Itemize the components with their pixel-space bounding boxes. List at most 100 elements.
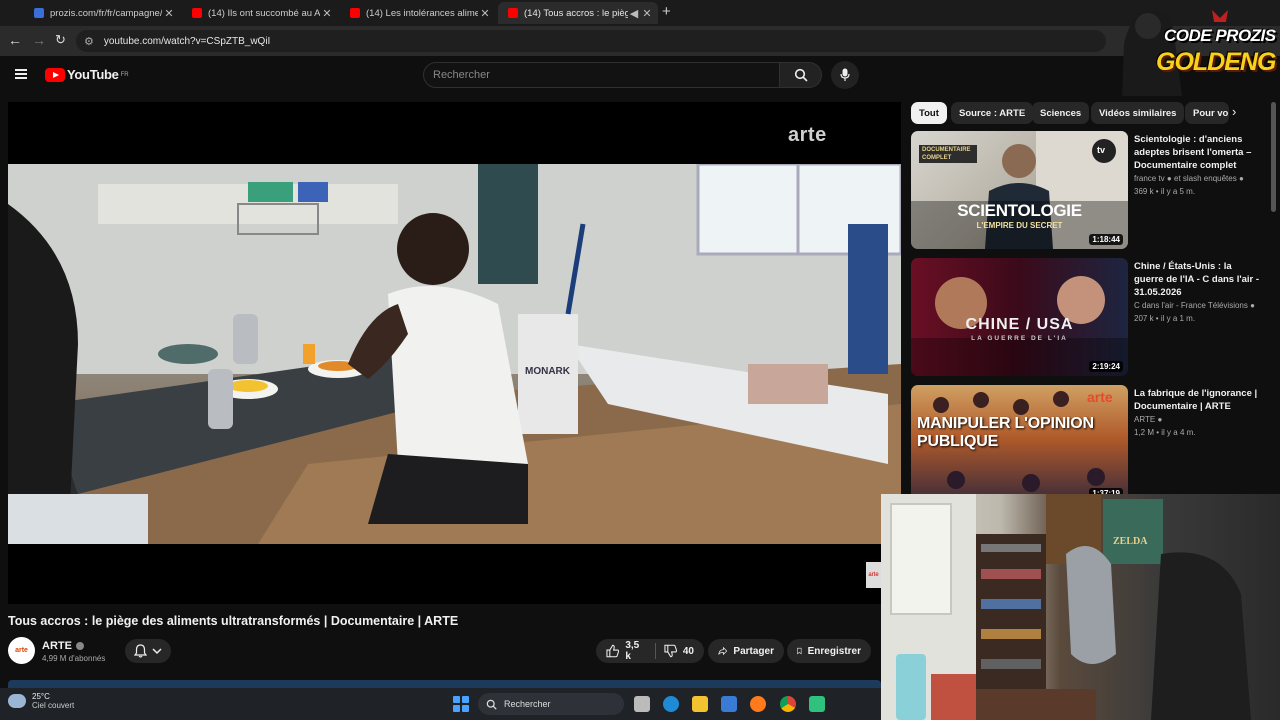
webcam-room-scene: ZELDA (881, 494, 1251, 720)
close-tab-icon[interactable]: ✕ (320, 7, 334, 20)
menu-icon[interactable] (15, 69, 27, 79)
channel-name-link[interactable]: ARTE (42, 640, 84, 652)
sidebar-scrollbar[interactable] (1271, 102, 1276, 212)
file-explorer-icon[interactable] (692, 696, 708, 712)
chip-for-you[interactable]: Pour vo (1185, 102, 1229, 124)
video-meta: 1,2 M • il y a 4 m. (1134, 428, 1196, 437)
recommendation-item[interactable]: DOCUMENTAIRE COMPLET tv SCIENTOLOGIE L'E… (911, 131, 1271, 253)
close-tab-icon[interactable]: ✕ (478, 7, 492, 20)
forward-icon[interactable]: → (32, 32, 46, 48)
firefox-icon[interactable] (750, 696, 766, 712)
video-meta: 369 k • il y a 5 m. (1134, 187, 1196, 196)
taskbar-search-label: Rechercher (504, 699, 551, 709)
address-bar-row: ← → ↻ ⚙ youtube.com/watch?v=CSpZTB_wQiI (0, 26, 1280, 56)
app-icon[interactable] (809, 696, 825, 712)
chip-similar-videos[interactable]: Vidéos similaires (1091, 102, 1185, 124)
url-text: youtube.com/watch?v=CSpZTB_wQiI (103, 35, 271, 47)
chrome-icon[interactable] (780, 696, 796, 712)
close-tab-icon[interactable]: ✕ (162, 7, 176, 20)
bell-icon (133, 644, 147, 658)
youtube-favicon-icon (192, 8, 202, 18)
upload-age: il y a 5 m. (1160, 187, 1196, 196)
chip-source-arte[interactable]: Source : ARTE (951, 102, 1034, 124)
save-label: Enregistrer (807, 645, 861, 657)
back-icon[interactable]: ← (8, 32, 22, 48)
taskbar-search[interactable]: Rechercher (478, 693, 624, 715)
view-count: 207 k (1134, 314, 1154, 323)
video-title[interactable]: Scientologie : d'anciens adeptes brisent… (1134, 133, 1262, 172)
youtube-header: YouTube FR Rechercher (0, 56, 1280, 100)
upload-age: il y a 4 m. (1161, 428, 1196, 437)
chip-sciences[interactable]: Sciences (1032, 102, 1090, 124)
tab-title: (14) Tous accros : le piège d (524, 7, 628, 19)
voice-search-button[interactable] (831, 61, 859, 89)
view-count: 369 k (1134, 187, 1154, 196)
browser-tab-strip: prozis.com/fr/fr/campagne/74( ✕ (14) Ils… (0, 0, 1280, 26)
youtube-logo[interactable]: YouTube FR (45, 67, 129, 82)
video-frame[interactable]: MONARK (8, 164, 901, 544)
thumbnail-subtitle: LA GUERRE DE L'IA (971, 335, 1068, 342)
description-panel-edge (8, 680, 881, 688)
channel-name-part: et slash enquêtes (1174, 174, 1237, 183)
url-field[interactable]: ⚙ youtube.com/watch?v=CSpZTB_wQiI (76, 30, 1106, 52)
browser-tab[interactable]: prozis.com/fr/fr/campagne/74( ✕ (24, 2, 180, 24)
chevron-right-icon[interactable]: › (1232, 104, 1236, 119)
verified-icon: ● (1238, 174, 1244, 183)
video-title[interactable]: Chine / États-Unis : la guerre de l'IA -… (1134, 260, 1262, 299)
video-thumbnail[interactable]: DOCUMENTAIRE COMPLET tv SCIENTOLOGIE L'E… (911, 131, 1128, 249)
thumbnail-title: SCIENTOLOGIE (957, 201, 1082, 220)
subscription-bell-button[interactable] (125, 639, 171, 663)
channel-name[interactable]: ARTE ● (1134, 415, 1262, 424)
video-meta: 207 k • il y a 1 m. (1134, 314, 1196, 323)
edge-icon[interactable] (663, 696, 679, 712)
chip-all[interactable]: Tout (911, 102, 947, 124)
like-count[interactable]: 3,5 k (625, 640, 646, 662)
browser-tab-active[interactable]: (14) Tous accros : le piège d ◀ ✕ (498, 2, 658, 24)
arte-watermark: arte (788, 124, 827, 146)
weather-widget[interactable]: 25°C Ciel couvert (8, 692, 74, 710)
channel-name[interactable]: C dans l'air - France Télévisions ● (1134, 301, 1262, 310)
search-input[interactable]: Rechercher (423, 62, 780, 88)
recommendation-item[interactable]: arte MANIPULER L'OPINION PUBLIQUE 1:37:1… (911, 385, 1271, 507)
channel-name-part: france tv (1134, 174, 1165, 183)
browser-tab[interactable]: (14) Les intolérances alimenta ✕ (340, 2, 496, 24)
channel-name-part: C dans l'air - France Télévisions (1134, 301, 1248, 310)
promo-code-line2: GOLDENG (1156, 48, 1276, 76)
documentary-badge: DOCUMENTAIRE COMPLET (919, 145, 977, 163)
region-code: FR (120, 71, 129, 78)
reload-icon[interactable]: ↻ (55, 32, 66, 48)
video-title: Tous accros : le piège des aliments ultr… (8, 614, 459, 628)
channel-name[interactable]: france tv ● et slash enquêtes ● (1134, 174, 1262, 183)
thumbs-down-icon[interactable] (663, 644, 677, 658)
share-icon (718, 646, 728, 656)
video-thumbnail[interactable]: arte MANIPULER L'OPINION PUBLIQUE 1:37:1… (911, 385, 1128, 503)
dislike-count[interactable]: 40 (683, 646, 694, 657)
share-label: Partager (733, 645, 774, 657)
speaker-icon[interactable]: ◀ (628, 7, 640, 20)
cloud-icon (8, 694, 26, 708)
channel-avatar[interactable]: arte (8, 637, 35, 664)
tab-title: prozis.com/fr/fr/campagne/74( (50, 7, 162, 19)
site-info-icon[interactable]: ⚙ (84, 35, 94, 48)
search-button[interactable] (780, 62, 822, 88)
verified-icon: ● (1157, 415, 1163, 424)
windows-start-icon[interactable] (453, 696, 469, 712)
task-view-icon[interactable] (634, 696, 650, 712)
new-tab-button[interactable]: + (662, 3, 671, 20)
browser-tab[interactable]: (14) Ils ont succombé au Air fry ✕ (182, 2, 338, 24)
save-button[interactable]: Enregistrer (787, 639, 871, 663)
youtube-favicon-icon (350, 8, 360, 18)
video-player[interactable]: arte MONARK (8, 102, 901, 604)
recommendation-item[interactable]: CHINE / USA LA GUERRE DE L'IA 2:19:24 Ch… (911, 258, 1271, 380)
verified-icon: ● (1166, 174, 1172, 183)
arte-logo: arte (1087, 389, 1113, 405)
store-icon[interactable] (721, 696, 737, 712)
france-tv-logo: tv (1097, 145, 1106, 155)
video-duration: 2:19:24 (1089, 361, 1123, 372)
video-thumbnail[interactable]: CHINE / USA LA GUERRE DE L'IA 2:19:24 (911, 258, 1128, 376)
close-tab-icon[interactable]: ✕ (640, 7, 654, 20)
share-button[interactable]: Partager (708, 639, 784, 663)
arte-side-logo: arte (866, 562, 881, 588)
thumbs-up-icon[interactable] (606, 644, 620, 658)
video-title[interactable]: La fabrique de l'ignorance | Documentair… (1134, 387, 1262, 413)
